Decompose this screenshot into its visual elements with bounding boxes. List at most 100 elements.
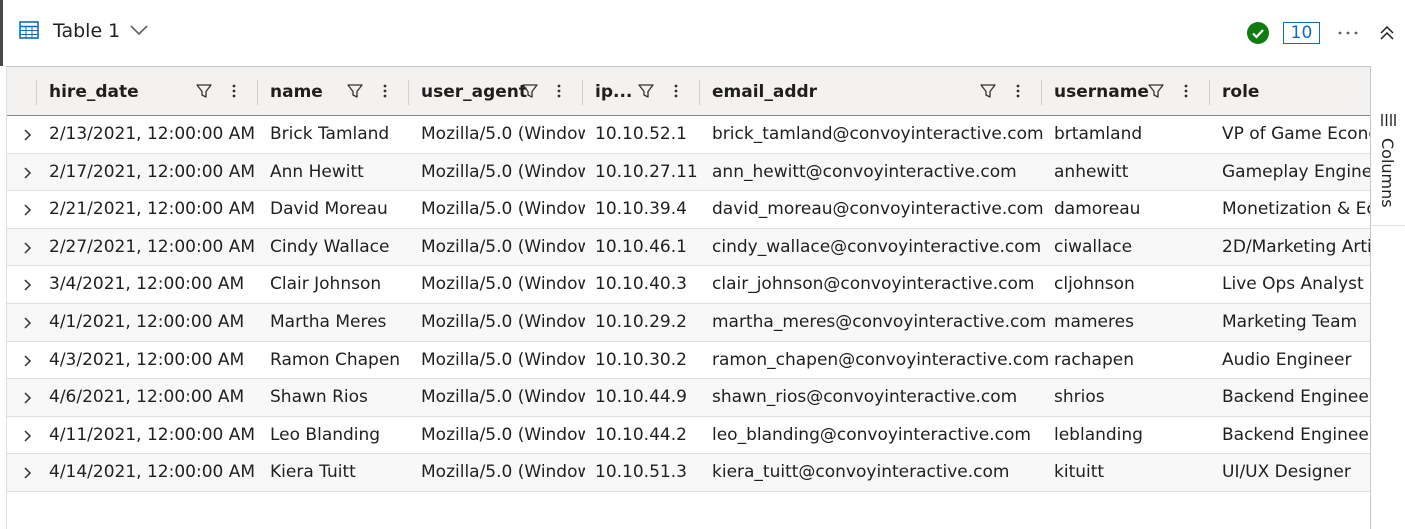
cell-hire_date[interactable]: 3/4/2021, 12:00:00 AM [49, 273, 244, 295]
table-row[interactable]: 4/3/2021, 12:00:00 AM Ramon Chapen Mozilla… [7, 342, 1370, 380]
cell-role[interactable]: 2D/Marketing Artis [1222, 236, 1370, 258]
cell-name[interactable]: Brick Tamland [270, 123, 415, 145]
column-separator[interactable] [1041, 80, 1042, 105]
cell-username[interactable]: shrios [1054, 386, 1105, 408]
filter-icon[interactable] [521, 82, 539, 100]
column-header-email_addr[interactable]: email_addr [712, 80, 817, 104]
table-row[interactable]: 2/13/2021, 12:00:00 AM Brick Tamland Mozil… [7, 116, 1370, 154]
cell-ip[interactable]: 10.10.51.3 [595, 461, 687, 483]
expand-row-icon[interactable] [21, 428, 35, 442]
cell-user_agent[interactable]: Mozilla/5.0 (Window [421, 349, 585, 371]
column-header-hire_date[interactable]: hire_date [49, 80, 139, 104]
cell-email_addr[interactable]: kiera_tuitt@convoyinteractive.com [712, 461, 1009, 483]
table-row[interactable]: 4/14/2021, 12:00:00 AM Kiera Tuitt Mozilla… [7, 454, 1370, 492]
cell-ip[interactable]: 10.10.39.4 [595, 198, 687, 220]
cell-name[interactable]: Clair Johnson [270, 273, 415, 295]
cell-ip[interactable]: 10.10.27.11 [595, 161, 698, 183]
expand-row-icon[interactable] [21, 202, 35, 216]
cell-ip[interactable]: 10.10.29.2 [595, 311, 687, 333]
cell-role[interactable]: Audio Engineer [1222, 349, 1370, 371]
cell-ip[interactable]: 10.10.44.2 [595, 424, 687, 446]
cell-name[interactable]: David Moreau [270, 198, 415, 220]
cell-hire_date[interactable]: 2/13/2021, 12:00:00 AM [49, 123, 255, 145]
cell-name[interactable]: Ramon Chapen [270, 349, 415, 371]
filter-icon[interactable] [637, 82, 655, 100]
table-row[interactable]: 2/17/2021, 12:00:00 AM Ann Hewitt Mozilla/… [7, 153, 1370, 192]
cell-email_addr[interactable]: cindy_wallace@convoyinteractive.com [712, 236, 1041, 258]
cell-username[interactable]: brtamland [1054, 123, 1142, 145]
cell-user_agent[interactable]: Mozilla/5.0 (Window [421, 273, 585, 295]
cell-ip[interactable]: 10.10.30.2 [595, 349, 687, 371]
columns-tab[interactable]: Columns [1371, 66, 1405, 226]
cell-user_agent[interactable]: Mozilla/5.0 (Window [421, 386, 585, 408]
column-menu-icon[interactable] [554, 82, 564, 100]
column-separator[interactable] [257, 80, 258, 105]
filter-icon[interactable] [1147, 82, 1165, 100]
cell-ip[interactable]: 10.10.40.3 [595, 273, 687, 295]
column-separator[interactable] [1209, 80, 1210, 105]
cell-email_addr[interactable]: david_moreau@convoyinteractive.com [712, 198, 1044, 220]
cell-hire_date[interactable]: 2/27/2021, 12:00:00 AM [49, 236, 255, 258]
cell-email_addr[interactable]: brick_tamland@convoyinteractive.com [712, 123, 1044, 145]
filter-icon[interactable] [979, 82, 997, 100]
table-title[interactable]: Table 1 [53, 19, 120, 43]
column-header-username[interactable]: username [1054, 80, 1149, 104]
column-menu-icon[interactable] [229, 82, 239, 100]
cell-email_addr[interactable]: martha_meres@convoyinteractive.com [712, 311, 1046, 333]
cell-name[interactable]: Martha Meres [270, 311, 415, 333]
filter-icon[interactable] [346, 82, 364, 100]
cell-hire_date[interactable]: 2/17/2021, 12:00:00 AM [49, 161, 255, 183]
cell-username[interactable]: ciwallace [1054, 236, 1132, 258]
table-row[interactable]: 4/1/2021, 12:00:00 AM Martha Meres Mozilla… [7, 303, 1370, 342]
cell-user_agent[interactable]: Mozilla/5.0 (Window [421, 161, 585, 183]
cell-name[interactable]: Leo Blanding [270, 424, 415, 446]
cell-name[interactable]: Shawn Rios [270, 386, 415, 408]
table-row[interactable]: 2/21/2021, 12:00:00 AM David Moreau Mozill… [7, 191, 1370, 229]
cell-role[interactable]: Backend Engineer [1222, 386, 1370, 408]
column-header-ip[interactable]: ip... [595, 80, 632, 104]
cell-name[interactable]: Ann Hewitt [270, 161, 415, 183]
row-count-badge[interactable]: 10 [1283, 22, 1320, 44]
cell-email_addr[interactable]: clair_johnson@convoyinteractive.com [712, 273, 1034, 295]
cell-role[interactable]: Backend Engineer [1222, 424, 1370, 446]
cell-username[interactable]: damoreau [1054, 198, 1140, 220]
cell-role[interactable]: Live Ops Analyst [1222, 273, 1370, 295]
cell-username[interactable]: leblanding [1054, 424, 1143, 446]
cell-hire_date[interactable]: 4/14/2021, 12:00:00 AM [49, 461, 255, 483]
table-row[interactable]: 2/27/2021, 12:00:00 AM Cindy Wallace Mozil… [7, 228, 1370, 267]
cell-role[interactable]: Marketing Team [1222, 311, 1370, 333]
column-menu-icon[interactable] [671, 82, 681, 100]
expand-row-icon[interactable] [21, 353, 35, 367]
column-menu-icon[interactable] [1181, 82, 1191, 100]
cell-name[interactable]: Cindy Wallace [270, 236, 415, 258]
collapse-up-icon[interactable] [1377, 22, 1397, 44]
cell-ip[interactable]: 10.10.44.9 [595, 386, 687, 408]
more-options-icon[interactable] [1335, 22, 1361, 44]
expand-row-icon[interactable] [21, 165, 35, 179]
cell-user_agent[interactable]: Mozilla/5.0 (Window [421, 461, 585, 483]
cell-role[interactable]: VP of Game Econo [1222, 123, 1370, 145]
expand-row-icon[interactable] [21, 240, 35, 254]
cell-user_agent[interactable]: Mozilla/5.0 (Window [421, 236, 585, 258]
expand-row-icon[interactable] [21, 390, 35, 404]
cell-role[interactable]: UI/UX Designer [1222, 461, 1370, 483]
filter-icon[interactable] [195, 82, 213, 100]
table-row[interactable]: 4/6/2021, 12:00:00 AM Shawn Rios Mozilla/5… [7, 379, 1370, 417]
column-header-role[interactable]: role [1222, 80, 1259, 104]
column-menu-icon[interactable] [380, 82, 390, 100]
column-separator[interactable] [408, 80, 409, 105]
cell-hire_date[interactable]: 4/1/2021, 12:00:00 AM [49, 311, 244, 333]
chevron-down-icon[interactable] [129, 22, 149, 38]
cell-ip[interactable]: 10.10.52.1 [595, 123, 687, 145]
cell-user_agent[interactable]: Mozilla/5.0 (Window [421, 424, 585, 446]
cell-username[interactable]: rachapen [1054, 349, 1134, 371]
table-row[interactable]: 4/11/2021, 12:00:00 AM Leo Blanding Mozill… [7, 417, 1370, 455]
expand-row-icon[interactable] [21, 465, 35, 479]
column-header-user_agent[interactable]: user_agent [421, 80, 527, 104]
table-row[interactable]: 3/4/2021, 12:00:00 AM Clair Johnson Mozill… [7, 266, 1370, 304]
cell-hire_date[interactable]: 2/21/2021, 12:00:00 AM [49, 198, 255, 220]
column-separator[interactable] [699, 80, 700, 105]
cell-hire_date[interactable]: 4/11/2021, 12:00:00 AM [49, 424, 255, 446]
cell-role[interactable]: Gameplay Enginee [1222, 161, 1370, 183]
cell-hire_date[interactable]: 4/3/2021, 12:00:00 AM [49, 349, 244, 371]
